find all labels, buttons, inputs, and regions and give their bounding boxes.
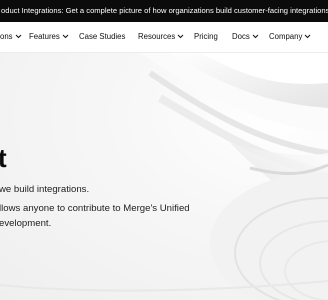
announcement-banner[interactable]: oduct Integrations: Get a complete pictu… [0,0,328,22]
chevron-down-icon [62,34,69,39]
nav-item-label: Pricing [194,32,218,41]
top-navigation: ons Features Case Studies Resources Pric… [0,22,328,53]
nav-item-docs[interactable]: Docs [232,22,259,52]
announcement-text[interactable]: oduct Integrations: Get a complete pictu… [1,6,328,15]
hero-background-waves [0,53,328,300]
nav-item-label: Company [269,32,303,41]
nav-item-label: Resources [138,32,176,41]
nav-item-solutions[interactable]: ons [0,22,22,52]
chevron-down-icon [177,34,184,39]
hero-section: t we build integrations. llows anyone to… [0,53,328,300]
nav-item-features[interactable]: Features [29,22,69,52]
nav-item-label: ons [0,32,13,41]
hero-description-line: evelopment. [0,218,52,229]
hero-title: t [0,143,7,173]
nav-item-company[interactable]: Company [269,22,311,52]
nav-item-label: Docs [232,32,250,41]
hero-subtitle-line: we build integrations. [0,184,90,195]
chevron-down-icon [304,34,311,39]
nav-item-label: Features [29,32,60,41]
nav-item-case-studies[interactable]: Case Studies [79,22,125,52]
nav-item-label: Case Studies [79,32,126,41]
hero-description-line: llows anyone to contribute to Merge's Un… [0,203,190,214]
nav-item-resources[interactable]: Resources [138,22,184,52]
chevron-down-icon [252,34,259,39]
chevron-down-icon [15,34,22,39]
nav-item-pricing[interactable]: Pricing [194,22,218,52]
